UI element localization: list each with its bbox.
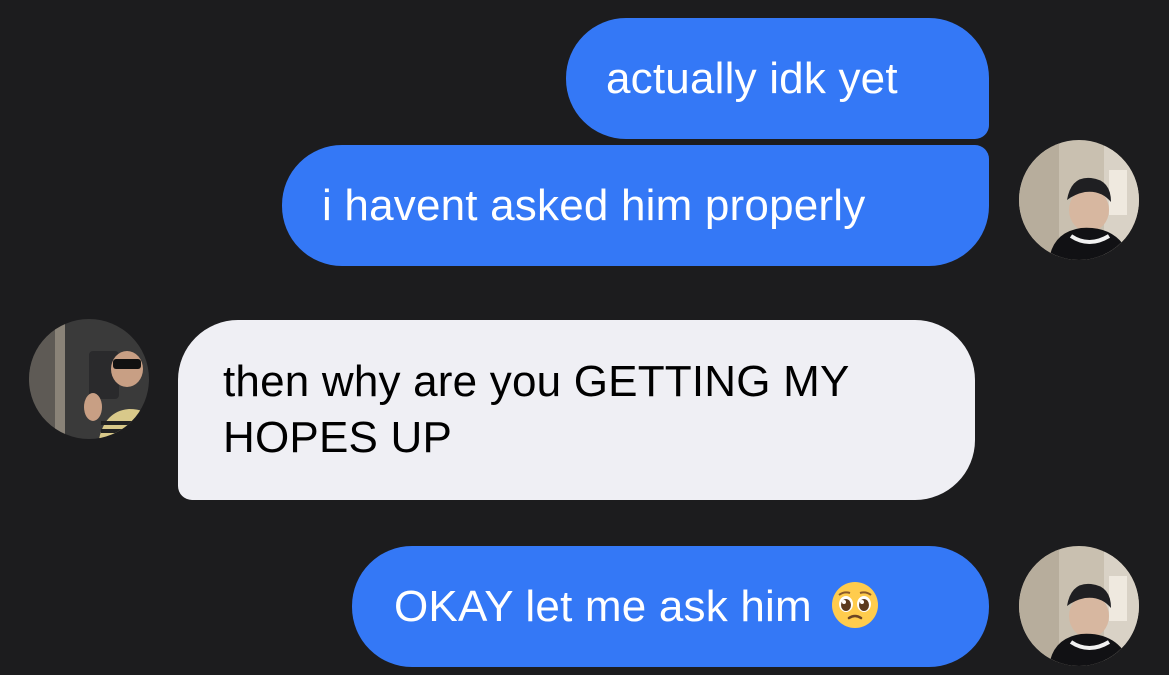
avatar-photo-icon: [29, 319, 149, 439]
message-text: OKAY let me ask him: [394, 582, 812, 631]
message-text-line: then why are you GETTING MY: [223, 357, 850, 406]
chat-thread: actually idk yet i havent asked him prop…: [0, 0, 1169, 675]
pleading-face-emoji-icon: [830, 580, 880, 644]
sender-avatar[interactable]: [1019, 140, 1139, 260]
avatar-photo-icon: [1019, 140, 1139, 260]
contact-avatar[interactable]: [29, 319, 149, 439]
message-bubble-outgoing[interactable]: actually idk yet: [566, 18, 989, 139]
message-bubble-incoming[interactable]: then why are you GETTING MY HOPES UP: [178, 320, 975, 500]
avatar-photo-icon: [1019, 546, 1139, 666]
sender-avatar[interactable]: [1019, 546, 1139, 666]
message-bubble-outgoing[interactable]: OKAY let me ask him: [352, 546, 989, 667]
message-text: actually idk yet: [606, 54, 898, 103]
message-text: i havent asked him properly: [322, 181, 866, 230]
message-bubble-outgoing[interactable]: i havent asked him properly: [282, 145, 989, 266]
message-text-line: HOPES UP: [223, 413, 452, 462]
